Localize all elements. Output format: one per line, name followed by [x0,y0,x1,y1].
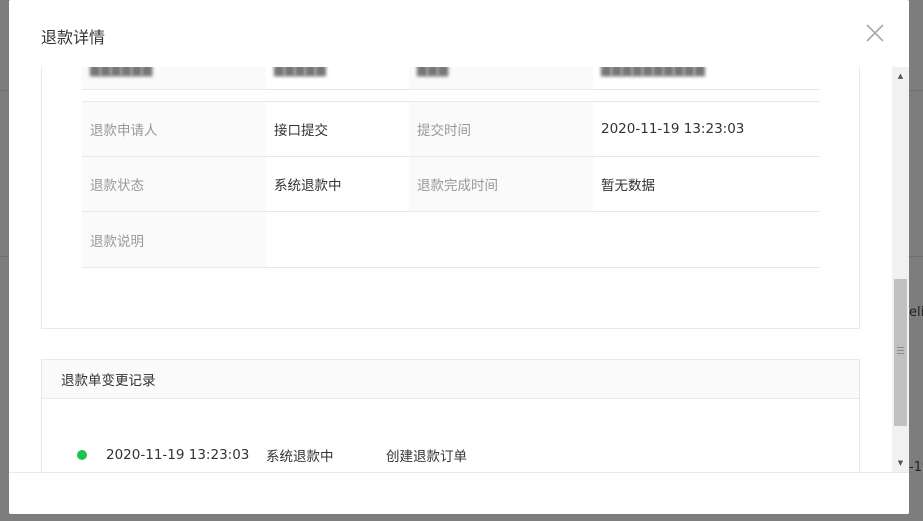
background-text: -19 [909,460,923,475]
modal-header: 退款详情 [9,0,909,67]
refund-status-label: 退款状态 [82,157,266,211]
refund-detail-modal: 退款详情 ▆▆▆▆▆▆ ▆▆▆▆▆ ▆▆▆ ▆▆▆▆▆▆▆▆▆▆ 退款申请人 接… [9,0,909,514]
table-row: 退款说明 [82,212,820,268]
modal-footer [9,472,909,514]
scrollbar-thumb[interactable] [894,279,907,426]
refund-detail-card: ▆▆▆▆▆▆ ▆▆▆▆▆ ▆▆▆ ▆▆▆▆▆▆▆▆▆▆ 退款申请人 接口提交 提… [41,67,860,329]
entry-action: 创建退款订单 [386,449,467,465]
vertical-scrollbar[interactable]: ▲ ▼ [892,67,909,472]
change-log-card: 退款单变更记录 2020-11-19 13:23:03 系统退款中 创建退款订单 [41,359,860,472]
entry-time: 2020-11-19 13:23:03 [106,447,250,463]
applicant-value: 接口提交 [274,123,328,139]
refund-note-label: 退款说明 [82,212,266,267]
table-row: 退款申请人 接口提交 提交时间 2020-11-19 13:23:03 [82,101,820,157]
entry-status: 系统退款中 [266,449,334,465]
submit-time-value: 2020-11-19 13:23:03 [601,121,745,137]
modal-title: 退款详情 [41,28,106,47]
scroll-up-icon[interactable]: ▲ [892,69,909,83]
change-log-entry: 2020-11-19 13:23:03 系统退款中 创建退款订单 [77,445,467,465]
complete-time-label: 退款完成时间 [409,157,593,211]
complete-time-value: 暂无数据 [601,178,655,194]
background-text: eli [909,305,923,320]
close-icon[interactable] [865,23,885,43]
change-log-title: 退款单变更记录 [42,360,859,399]
table-row-cut-off: ▆▆▆▆▆▆ ▆▆▆▆▆ ▆▆▆ ▆▆▆▆▆▆▆▆▆▆ [82,67,820,90]
applicant-label: 退款申请人 [82,102,266,156]
modal-body: ▆▆▆▆▆▆ ▆▆▆▆▆ ▆▆▆ ▆▆▆▆▆▆▆▆▆▆ 退款申请人 接口提交 提… [9,67,909,472]
refund-note-value [266,212,820,267]
grip-icon [897,347,904,354]
status-dot-icon [77,450,87,460]
table-row: 退款状态 系统退款中 退款完成时间 暂无数据 [82,157,820,212]
scroll-down-icon[interactable]: ▼ [892,456,909,470]
submit-time-label: 提交时间 [409,102,593,156]
refund-status-value: 系统退款中 [274,178,342,194]
